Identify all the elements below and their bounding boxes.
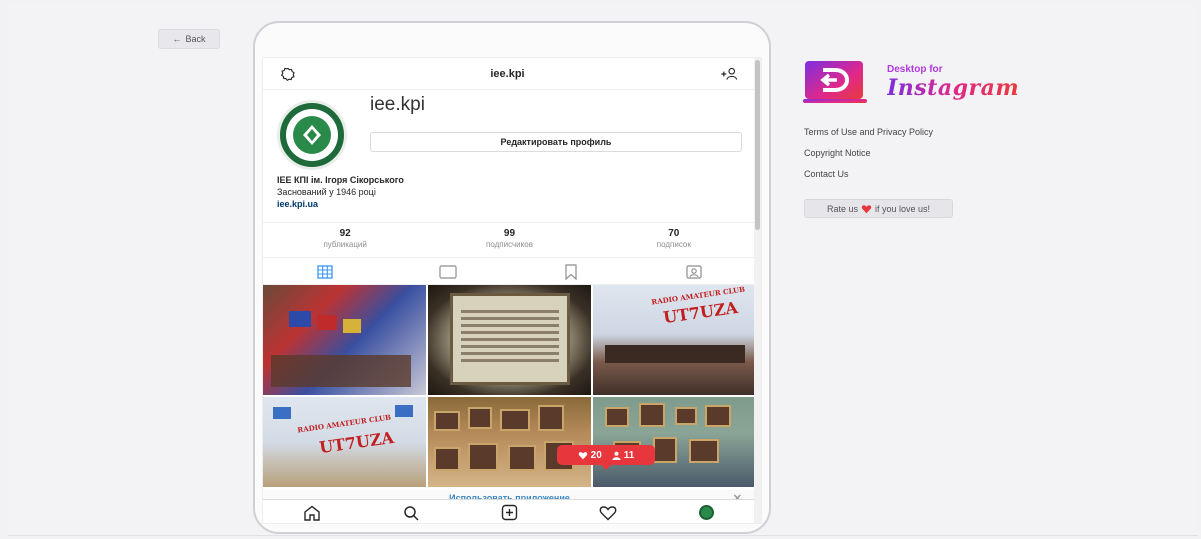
- contact-link[interactable]: Contact Us: [804, 169, 933, 179]
- grid-photo[interactable]: [428, 397, 591, 487]
- tab-tagged[interactable]: [633, 259, 756, 284]
- stat-followers[interactable]: 99 подписчиков: [427, 223, 591, 257]
- grid-photo[interactable]: RADIO AMATEUR CLUB UT7UZA: [593, 285, 756, 395]
- plus-square-icon: [501, 504, 518, 521]
- profile-stats: 92 публикаций 99 подписчиков 70 подписок: [263, 222, 756, 258]
- stat-value: 92: [339, 228, 351, 239]
- avatar-ring: [286, 109, 338, 161]
- stat-value: 99: [503, 228, 516, 239]
- bottom-nav: [263, 499, 756, 524]
- rate-us-button[interactable]: Rate us if you love us!: [804, 199, 953, 218]
- heart-filled-icon: [861, 204, 872, 213]
- bio-link[interactable]: iee.kpi.ua: [277, 198, 404, 210]
- bio-name: IEE КПІ ім. Ігоря Сікорського: [277, 175, 404, 185]
- instagram-screen: iee.kpi iee.kpi Редактировать профиль IE…: [262, 57, 762, 524]
- footer-links: Terms of Use and Privacy Policy Copyrigh…: [804, 127, 933, 190]
- scrollbar-thumb[interactable]: [755, 60, 760, 230]
- grid-icon: [316, 264, 333, 279]
- nav-new-post[interactable]: [489, 501, 529, 524]
- back-label: Back: [185, 34, 206, 44]
- username: iee.kpi: [370, 94, 425, 115]
- back-button[interactable]: ← Back: [158, 29, 220, 49]
- brand-subtitle: Desktop for: [887, 63, 943, 75]
- header-title: iee.kpi: [490, 67, 525, 80]
- profile-header: iee.kpi Редактировать профиль IEE КПІ ім…: [263, 90, 756, 209]
- tab-grid[interactable]: [263, 259, 386, 284]
- stat-label: подписчиков: [486, 240, 533, 249]
- search-icon: [404, 505, 419, 521]
- grid-photo[interactable]: [428, 285, 591, 395]
- profile-topbar: iee.kpi: [263, 58, 756, 90]
- copyright-link[interactable]: Copyright Notice: [804, 148, 933, 158]
- home-icon: [304, 505, 320, 521]
- tab-igtv[interactable]: [386, 259, 509, 284]
- add-user-icon[interactable]: [720, 67, 738, 81]
- bio-line: Заснований у 1946 році: [277, 187, 376, 197]
- likes-count: 20: [590, 449, 602, 461]
- tagged-icon: [686, 264, 702, 279]
- stat-following[interactable]: 70 подписок: [592, 223, 756, 257]
- settings-icon[interactable]: [281, 67, 295, 81]
- profile-tabs: [263, 259, 756, 285]
- bookmark-icon: [565, 263, 577, 280]
- brand-logo: [803, 58, 879, 106]
- avatar-logo: [293, 116, 331, 154]
- heart-filled-icon: [578, 451, 587, 459]
- tab-saved[interactable]: [510, 259, 633, 284]
- photo-caption-callsign: UT7UZA: [318, 427, 396, 458]
- activity-notification[interactable]: 20 11: [557, 445, 655, 470]
- avatar[interactable]: [277, 100, 347, 170]
- nav-home[interactable]: [292, 501, 332, 524]
- stat-value: 70: [668, 228, 680, 239]
- likes-count-group: 20: [578, 450, 602, 461]
- igtv-icon: [439, 264, 457, 279]
- bio: IEE КПІ ім. Ігоря Сікорського Заснований…: [277, 174, 404, 210]
- nav-profile[interactable]: [687, 501, 727, 524]
- stat-posts: 92 публикаций: [263, 223, 427, 257]
- heart-icon: [599, 505, 617, 520]
- user-icon: [612, 451, 621, 460]
- rate-post-text: if you love us!: [875, 203, 931, 214]
- arrow-left-icon: ←: [172, 34, 182, 44]
- followers-count: 11: [623, 449, 635, 461]
- brand-text: Desktop for Instagram: [887, 64, 1019, 101]
- grid-photo[interactable]: [263, 285, 426, 395]
- nav-activity[interactable]: [588, 501, 628, 524]
- brand: Desktop for Instagram: [803, 58, 1019, 106]
- grid-photo[interactable]: RADIO AMATEUR CLUB UT7UZA: [263, 397, 426, 487]
- profile-avatar-small: [699, 505, 715, 520]
- terms-link[interactable]: Terms of Use and Privacy Policy: [804, 127, 933, 137]
- stat-label: подписок: [656, 240, 691, 249]
- nav-search[interactable]: [391, 501, 431, 524]
- stat-label: публикаций: [323, 240, 367, 249]
- brand-title: Instagram: [887, 74, 1020, 101]
- scrollbar[interactable]: [754, 58, 761, 523]
- edit-profile-button[interactable]: Редактировать профиль: [370, 132, 742, 152]
- photo-grid: RADIO AMATEUR CLUB UT7UZA RADIO AMATEUR …: [263, 285, 756, 487]
- rate-pre-text: Rate us: [826, 203, 858, 214]
- followers-count-group: 11: [612, 449, 635, 461]
- plaque-graphic: [450, 293, 570, 385]
- grid-photo[interactable]: [593, 397, 756, 487]
- phone-frame: iee.kpi iee.kpi Редактировать профиль IE…: [253, 21, 771, 534]
